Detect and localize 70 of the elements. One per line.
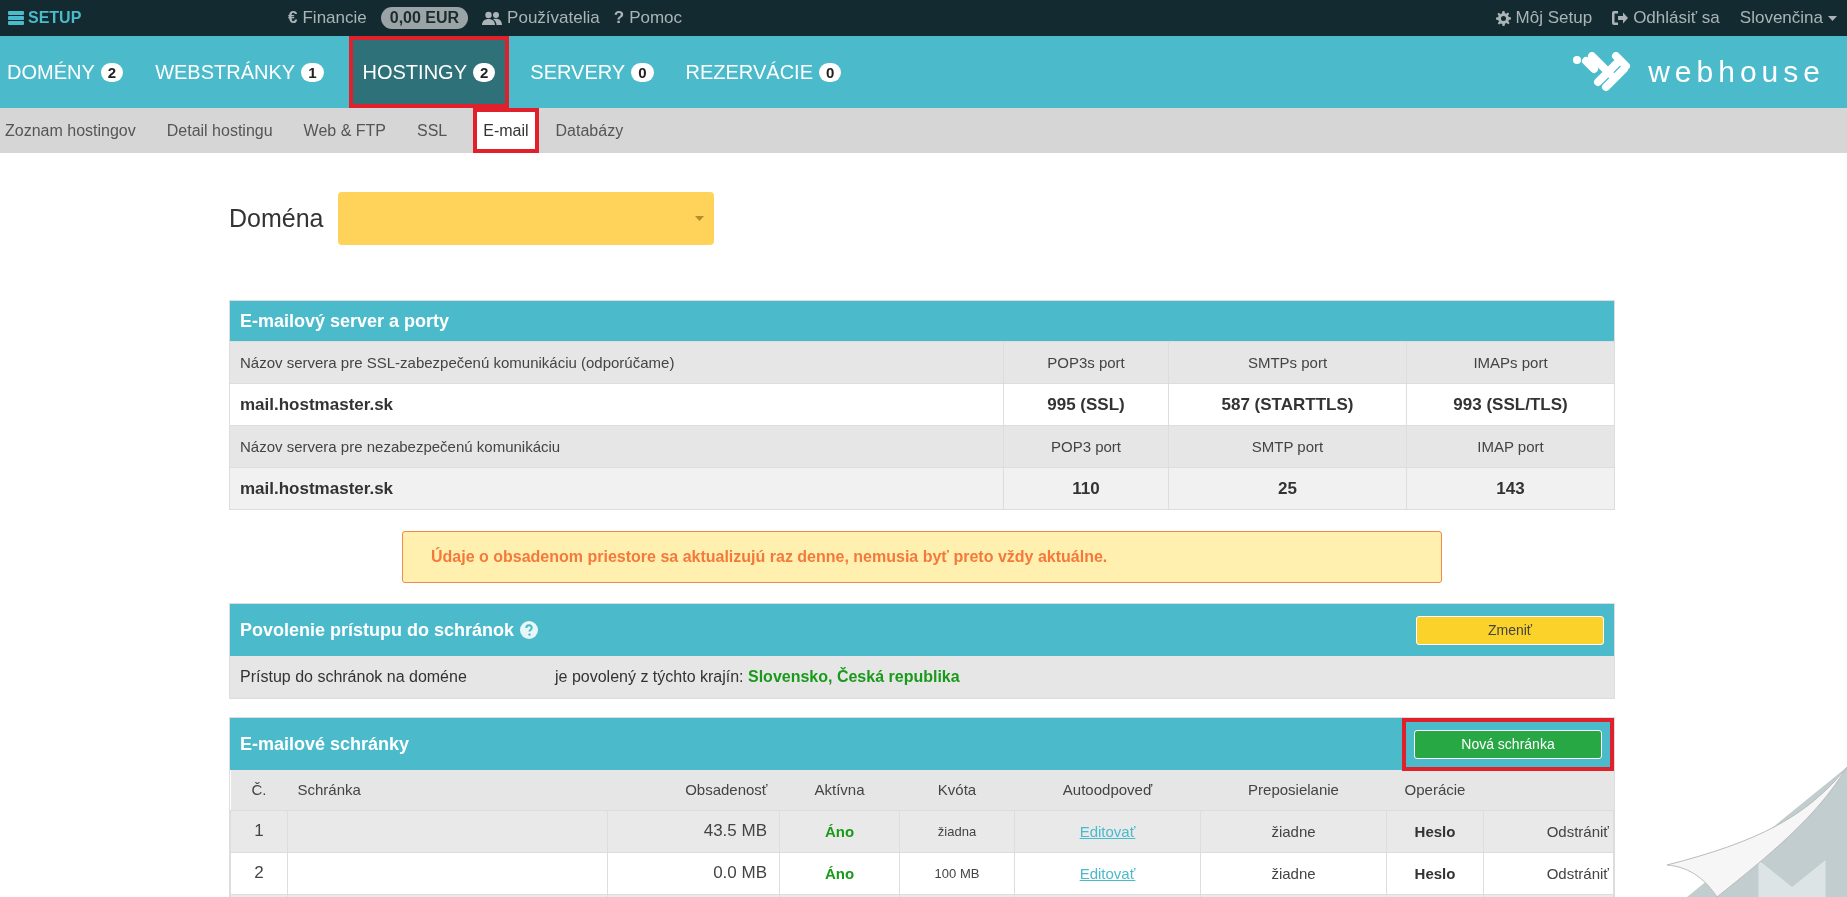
- warning-notice: Údaje o obsadenom priestore sa aktualizujú raz denne, nemusia byť preto vždy aktuálne.: [402, 531, 1442, 583]
- server-icon: [8, 11, 24, 25]
- balance-badge: 0,00 EUR: [380, 7, 469, 29]
- top-menu-link[interactable]: Môj Setup: [1495, 8, 1593, 28]
- count-badge: 0: [819, 62, 842, 82]
- panel-title: E-mailový server a porty: [230, 301, 1614, 341]
- nav-tab[interactable]: REZERVÁCIE 0: [678, 36, 849, 108]
- quota-cell: 100 MB: [934, 865, 980, 881]
- count-badge: 2: [100, 62, 124, 82]
- quota-cell: žiadna: [937, 823, 977, 839]
- active-cell: Áno: [824, 822, 855, 840]
- top-menu-link[interactable]: € Financie: [288, 8, 367, 28]
- table-cell: 110: [1003, 468, 1168, 509]
- access-label: Prístup do schránok na doméne: [239, 668, 468, 686]
- forwarding-cell: žiadne: [1271, 864, 1316, 882]
- column-header: Preposielanie: [1248, 781, 1339, 799]
- table-cell-text: mail.hostmaster.sk: [239, 393, 395, 416]
- domain-select[interactable]: [337, 192, 714, 245]
- top-menu-link[interactable]: Odhlásiť sa: [1612, 8, 1720, 28]
- table-cell-text: mail.hostmaster.sk: [239, 477, 395, 500]
- help-icon: [520, 621, 539, 639]
- caret-icon: [1828, 15, 1837, 21]
- domain-label: Doména: [229, 204, 324, 233]
- sub-tab[interactable]: Zoznam hostingov: [0, 108, 148, 153]
- nav-tab[interactable]: DOMÉNY 2: [0, 36, 131, 108]
- top-menu-link[interactable]: ? Pomoc: [613, 8, 683, 28]
- sub-tab[interactable]: Web & FTP: [298, 108, 398, 153]
- column-header: Operácie: [1404, 781, 1466, 799]
- usage-cell: 43.5 MB: [703, 821, 767, 840]
- count-badge: 2: [472, 62, 496, 82]
- nav-tab[interactable]: HOSTINGY 2: [348, 36, 510, 108]
- brand-link[interactable]: SETUP: [8, 9, 288, 27]
- sub-tab[interactable]: E-mail: [473, 108, 539, 153]
- row-number: 2: [254, 863, 264, 882]
- table-cell-text: Názov servera pre SSL-zabezpečenú komunikáciu (odporúčame): [239, 353, 676, 373]
- usage-cell: 0.0 MB: [713, 863, 767, 882]
- count-badge: 1: [301, 62, 324, 82]
- column-header: Autoodpoveď: [1062, 781, 1153, 799]
- table-cell: POP3s port: [1003, 342, 1168, 383]
- top-menu-link[interactable]: Používatelia: [482, 8, 600, 28]
- column-header: Aktívna: [814, 781, 865, 799]
- column-header: Kvóta: [937, 781, 977, 799]
- column-header: Obsadenosť: [685, 781, 768, 799]
- access-text: je povolený z týchto krajín: Slovensko, Česká republika: [555, 668, 960, 686]
- column-header: Schránka: [297, 781, 361, 799]
- sign-out-icon: [1612, 11, 1629, 25]
- table-cell: 25: [1168, 468, 1406, 509]
- sub-tab[interactable]: Detail hostingu: [161, 108, 285, 153]
- settings-icon: [1495, 10, 1511, 26]
- row-number: 1: [254, 821, 264, 840]
- panel-title: Povolenie prístupu do schránok: [240, 619, 515, 641]
- sub-tab[interactable]: Databázy: [550, 108, 636, 153]
- change-button[interactable]: Zmeniť: [1416, 615, 1604, 645]
- table-cell: 143: [1406, 468, 1614, 509]
- forwarding-cell: žiadne: [1271, 822, 1316, 840]
- sub-tab[interactable]: SSL: [411, 108, 460, 153]
- caret-icon: [694, 216, 704, 221]
- users-icon: [482, 11, 503, 25]
- table-cell: SMTPs port: [1168, 342, 1406, 383]
- nav-tab[interactable]: SERVERY 0: [523, 36, 661, 108]
- count-badge: 0: [631, 62, 654, 82]
- table-cell-text: Názov servera pre nezabezpečenú komunikáciu: [239, 437, 562, 457]
- panel-title: E-mailové schránky: [240, 733, 410, 755]
- column-header: Č.: [251, 781, 267, 799]
- top-menu-link[interactable]: Slovenčina: [1739, 8, 1837, 28]
- nav-tab[interactable]: WEBSTRÁNKY 1: [148, 36, 331, 108]
- password-link[interactable]: Heslo: [1414, 822, 1456, 840]
- table-cell: IMAPs port: [1406, 342, 1614, 383]
- active-cell: Áno: [824, 864, 855, 882]
- password-link[interactable]: Heslo: [1414, 864, 1456, 882]
